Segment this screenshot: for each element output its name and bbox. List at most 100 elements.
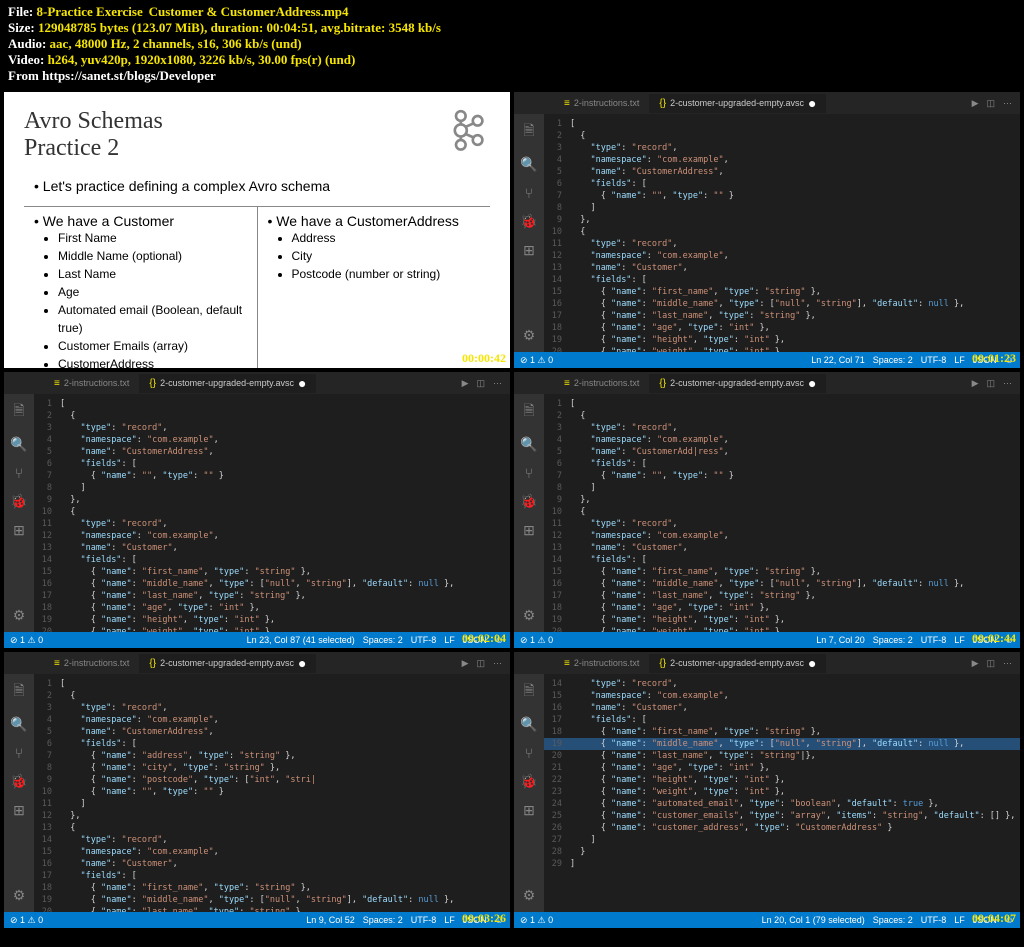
extensions-icon[interactable]: ⊞ (523, 522, 535, 539)
code-line: 23 { "name": "weight", "type": "int" }, (544, 786, 1020, 798)
status-spaces[interactable]: Spaces: 2 (873, 355, 913, 365)
settings-gear-icon[interactable]: ⚙ (13, 887, 26, 904)
play-icon[interactable]: ▶ (972, 378, 979, 389)
tab-instructions[interactable]: ≡2-instructions.txt (554, 94, 649, 113)
git-icon[interactable]: ⑂ (525, 185, 533, 201)
code-editor[interactable]: 1[2 {3 "type": "record",4 "namespace": "… (34, 394, 510, 632)
tab-avsc[interactable]: {}2-customer-upgraded-empty.avsc● (139, 374, 316, 393)
more-icon[interactable]: ⋯ (1003, 98, 1012, 109)
status-eol[interactable]: LF (444, 915, 455, 925)
code-line: 6 "fields": [ (544, 178, 1020, 190)
code-editor[interactable]: 1[2 {3 "type": "record",4 "namespace": "… (544, 394, 1020, 632)
split-icon[interactable]: ◫ (986, 658, 995, 669)
git-icon[interactable]: ⑂ (15, 465, 23, 481)
code-line: 17 "fields": [ (34, 870, 510, 882)
status-encoding[interactable]: UTF-8 (921, 355, 947, 365)
extensions-icon[interactable]: ⊞ (523, 802, 535, 819)
code-line: 19 { "name": "middle_name", "type": ["nu… (544, 738, 1020, 750)
split-icon[interactable]: ◫ (476, 658, 485, 669)
settings-gear-icon[interactable]: ⚙ (523, 607, 536, 624)
git-icon[interactable]: ⑂ (525, 745, 533, 761)
play-icon[interactable]: ▶ (462, 378, 469, 389)
code-line: 4 "namespace": "com.example", (544, 154, 1020, 166)
settings-gear-icon[interactable]: ⚙ (523, 887, 536, 904)
search-icon[interactable]: 🔍 (520, 716, 537, 733)
more-icon[interactable]: ⋯ (1003, 378, 1012, 389)
debug-icon[interactable]: 🐞 (520, 773, 537, 790)
play-icon[interactable]: ▶ (972, 98, 979, 109)
status-encoding[interactable]: UTF-8 (921, 915, 947, 925)
code-editor[interactable]: 1[2 {3 "type": "record",4 "namespace": "… (34, 674, 510, 912)
more-icon[interactable]: ⋯ (493, 378, 502, 389)
more-icon[interactable]: ⋯ (1003, 658, 1012, 669)
status-spaces[interactable]: Spaces: 2 (873, 915, 913, 925)
status-cursor[interactable]: Ln 20, Col 1 (79 selected) (762, 915, 865, 925)
tab-instructions[interactable]: ≡2-instructions.txt (554, 654, 649, 673)
settings-gear-icon[interactable]: ⚙ (523, 327, 536, 344)
extensions-icon[interactable]: ⊞ (13, 522, 25, 539)
status-cursor[interactable]: Ln 7, Col 20 (816, 635, 865, 645)
split-icon[interactable]: ◫ (476, 378, 485, 389)
play-icon[interactable]: ▶ (462, 658, 469, 669)
json-icon: {} (659, 378, 666, 389)
settings-gear-icon[interactable]: ⚙ (13, 607, 26, 624)
more-icon[interactable]: ⋯ (493, 658, 502, 669)
status-spaces[interactable]: Spaces: 2 (873, 635, 913, 645)
code-editor[interactable]: 14 "type": "record",15 "namespace": "com… (544, 674, 1020, 912)
extensions-icon[interactable]: ⊞ (523, 242, 535, 259)
debug-icon[interactable]: 🐞 (10, 773, 27, 790)
search-icon[interactable]: 🔍 (520, 436, 537, 453)
status-cursor[interactable]: Ln 23, Col 87 (41 selected) (247, 635, 355, 645)
code-line: 14 "type": "record", (544, 678, 1020, 690)
explorer-icon[interactable]: 🗎 (13, 400, 24, 424)
split-icon[interactable]: ◫ (986, 378, 995, 389)
status-encoding[interactable]: UTF-8 (921, 635, 947, 645)
code-line: 19 { "name": "height", "type": "int" }, (544, 614, 1020, 626)
code-line: 18 { "name": "age", "type": "int" }, (544, 322, 1020, 334)
explorer-icon[interactable]: 🗎 (523, 400, 534, 424)
tab-avsc[interactable]: {}2-customer-upgraded-empty.avsc● (649, 654, 826, 673)
status-eol[interactable]: LF (954, 355, 965, 365)
status-encoding[interactable]: UTF-8 (411, 915, 437, 925)
json-icon: {} (659, 658, 666, 669)
code-line: 13 { (34, 822, 510, 834)
explorer-icon[interactable]: 🗎 (13, 680, 24, 704)
tab-avsc[interactable]: {}2-customer-upgraded-empty.avsc● (649, 374, 826, 393)
tab-instructions[interactable]: ≡2-instructions.txt (554, 374, 649, 393)
tab-avsc[interactable]: {}2-customer-upgraded-empty.avsc● (139, 654, 316, 673)
tab-avsc[interactable]: {}2-customer-upgraded-empty.avsc● (649, 94, 826, 113)
status-spaces[interactable]: Spaces: 2 (363, 915, 403, 925)
timestamp: 00:04:07 (972, 911, 1016, 926)
code-editor[interactable]: 1[2 {3 "type": "record",4 "namespace": "… (544, 114, 1020, 352)
unsaved-dot-icon: ● (298, 659, 306, 667)
status-cursor[interactable]: Ln 9, Col 52 (306, 915, 355, 925)
explorer-icon[interactable]: 🗎 (523, 680, 534, 704)
status-errors[interactable]: ⊘ 1 ⚠ 0 (10, 915, 43, 926)
status-eol[interactable]: LF (954, 635, 965, 645)
search-icon[interactable]: 🔍 (10, 716, 27, 733)
status-cursor[interactable]: Ln 22, Col 71 (811, 355, 865, 365)
git-icon[interactable]: ⑂ (15, 745, 23, 761)
status-errors[interactable]: ⊘ 1 ⚠ 0 (520, 355, 553, 366)
status-errors[interactable]: ⊘ 1 ⚠ 0 (520, 915, 553, 926)
code-line: 16 { "name": "middle_name", "type": ["nu… (544, 298, 1020, 310)
debug-icon[interactable]: 🐞 (520, 493, 537, 510)
play-icon[interactable]: ▶ (972, 658, 979, 669)
status-eol[interactable]: LF (444, 635, 455, 645)
search-icon[interactable]: 🔍 (520, 156, 537, 173)
extensions-icon[interactable]: ⊞ (13, 802, 25, 819)
search-icon[interactable]: 🔍 (10, 436, 27, 453)
explorer-icon[interactable]: 🗎 (523, 120, 534, 144)
debug-icon[interactable]: 🐞 (10, 493, 27, 510)
debug-icon[interactable]: 🐞 (520, 213, 537, 230)
status-encoding[interactable]: UTF-8 (411, 635, 437, 645)
tab-instructions[interactable]: ≡2-instructions.txt (44, 654, 139, 673)
status-eol[interactable]: LF (954, 915, 965, 925)
tab-instructions[interactable]: ≡2-instructions.txt (44, 374, 139, 393)
status-spaces[interactable]: Spaces: 2 (363, 635, 403, 645)
activity-bar: 🗎 🔍 ⑂ 🐞 ⊞ ⚙ (4, 674, 34, 912)
status-errors[interactable]: ⊘ 1 ⚠ 0 (520, 635, 553, 646)
split-icon[interactable]: ◫ (986, 98, 995, 109)
status-errors[interactable]: ⊘ 1 ⚠ 0 (10, 635, 43, 646)
git-icon[interactable]: ⑂ (525, 465, 533, 481)
